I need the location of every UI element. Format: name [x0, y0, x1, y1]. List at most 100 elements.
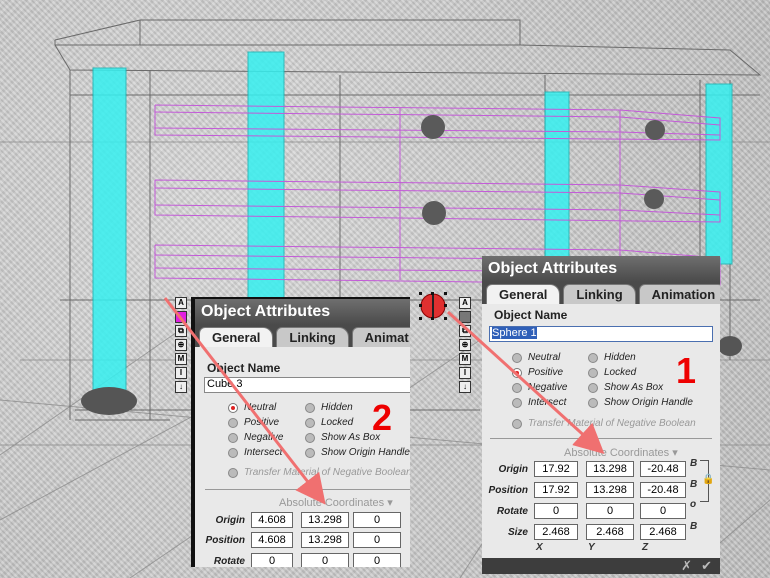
position-z-field[interactable]: -20.48 [640, 482, 686, 498]
position-y-field[interactable]: 13.298 [586, 482, 634, 498]
radio-icon [228, 417, 238, 428]
toolstrip-button[interactable]: ⊕ [459, 339, 471, 351]
origin-x-field[interactable]: 4.608 [251, 512, 293, 528]
callout-number-2: 2 [372, 397, 393, 438]
position-z-field[interactable]: 0 [353, 532, 401, 548]
panel-tabs: General Linking Animation [482, 282, 720, 304]
option-locked[interactable]: Locked [588, 367, 636, 378]
radio-icon [512, 397, 522, 408]
position-y-field[interactable]: 13.298 [301, 532, 349, 548]
selected-sphere[interactable] [419, 292, 447, 320]
option-transfer-material[interactable]: Transfer Material of Negative Boolean [512, 418, 696, 429]
radio-label: Intersect [244, 447, 283, 458]
rotate-x-field[interactable]: 0 [251, 553, 293, 567]
absolute-coordinates-label[interactable]: Absolute Coordinates ▾ [564, 446, 678, 459]
option-label: Show Origin Handle [604, 397, 693, 408]
axis-label-x: X [536, 542, 543, 553]
toolstrip-button[interactable]: ⧉ [459, 325, 471, 337]
object-attributes-panel-cube: Object Attributes General Linking Animat… [191, 297, 410, 567]
tab-animation[interactable]: Animation [638, 284, 720, 304]
radio-negative[interactable]: Negative [512, 382, 567, 393]
radio-negative[interactable]: Negative [228, 432, 283, 443]
radio-selected-icon [228, 402, 238, 413]
origin-y-field[interactable]: 13.298 [586, 461, 634, 477]
toolstrip-button[interactable]: ⧉ [175, 325, 187, 337]
option-hidden[interactable]: Hidden [305, 402, 353, 413]
object-name-selected-text: Sphere 1 [492, 327, 537, 339]
toolstrip-button[interactable]: ↓ [459, 381, 471, 393]
option-show-origin-handle[interactable]: Show Origin Handle [588, 397, 693, 408]
position-x-field[interactable]: 17.92 [534, 482, 578, 498]
tab-linking[interactable]: Linking [276, 327, 349, 347]
toolstrip-button[interactable]: ⊕ [175, 339, 187, 351]
rotate-y-field[interactable]: 0 [586, 503, 634, 519]
rotate-z-field[interactable]: 0 [640, 503, 686, 519]
radio-positive[interactable]: Positive [512, 367, 563, 378]
radio-icon [588, 397, 598, 408]
option-label: Hidden [604, 352, 636, 363]
radio-icon [305, 432, 315, 443]
row-label-position: Position [205, 535, 245, 546]
toolstrip-button[interactable]: A [459, 297, 471, 309]
option-show-as-box[interactable]: Show As Box [305, 432, 380, 443]
rotate-y-field[interactable]: 0 [301, 553, 349, 567]
toolstrip-button[interactable]: A [175, 297, 187, 309]
right-toolstrip: A ■ ⧉ ⊕ M I ↓ [459, 297, 471, 395]
toolstrip-button[interactable]: ■ [175, 311, 187, 323]
option-label: Transfer Material of Negative Boolean [528, 418, 696, 429]
toolstrip-button[interactable]: ■ [459, 311, 471, 323]
origin-y-field[interactable]: 13.298 [301, 512, 349, 528]
radio-icon [512, 382, 522, 393]
absolute-coordinates-text: Absolute Coordinates [279, 497, 385, 509]
tab-general[interactable]: General [486, 284, 561, 304]
size-x-field[interactable]: 2.468 [534, 524, 578, 540]
origin-x-field[interactable]: 17.92 [534, 461, 578, 477]
toolstrip-button[interactable]: M [175, 353, 187, 365]
3d-viewport[interactable]: A ■ ⧉ ⊕ M I ↓ A ■ ⧉ ⊕ M I ↓ Object Attri… [0, 0, 770, 578]
radio-neutral[interactable]: Neutral [228, 402, 276, 413]
object-name-input[interactable]: Cube 3 [204, 377, 410, 393]
option-hidden[interactable]: Hidden [588, 352, 636, 363]
option-locked[interactable]: Locked [305, 417, 353, 428]
toolstrip-button[interactable]: I [175, 367, 187, 379]
degree-marker: o [690, 499, 697, 510]
radio-positive[interactable]: Positive [228, 417, 279, 428]
position-x-field[interactable]: 4.608 [251, 532, 293, 548]
radio-icon [228, 467, 238, 478]
option-show-as-box[interactable]: Show As Box [588, 382, 663, 393]
row-label-origin: Origin [215, 515, 245, 526]
origin-z-field[interactable]: 0 [353, 512, 401, 528]
radio-intersect[interactable]: Intersect [228, 447, 282, 458]
tab-general[interactable]: General [199, 327, 274, 347]
radio-intersect[interactable]: Intersect [512, 397, 566, 408]
left-toolstrip: A ■ ⧉ ⊕ M I ↓ [175, 297, 187, 395]
object-name-input[interactable]: Sphere 1 [489, 326, 713, 342]
radio-label: Positive [528, 367, 564, 378]
rotate-x-field[interactable]: 0 [534, 503, 578, 519]
option-label: Transfer Material of Negative Boolean [244, 467, 410, 478]
ok-icon[interactable]: ✔ [701, 558, 712, 574]
toolstrip-button[interactable]: M [459, 353, 471, 365]
row-label-position: Position [488, 485, 528, 496]
lock-icon[interactable]: 🔒 [702, 474, 714, 485]
option-transfer-material[interactable]: Transfer Material of Negative Boolean [228, 467, 410, 478]
size-z-field[interactable]: 2.468 [640, 524, 686, 540]
size-y-field[interactable]: 2.468 [586, 524, 634, 540]
axis-label-y: Y [588, 542, 595, 553]
panel-title: Object Attributes [482, 256, 720, 282]
tab-linking[interactable]: Linking [563, 284, 636, 304]
row-label-origin: Origin [498, 464, 528, 475]
tab-animation[interactable]: Animat [351, 327, 410, 347]
rotate-z-field[interactable]: 0 [353, 553, 401, 567]
radio-neutral[interactable]: Neutral [512, 352, 560, 363]
option-show-origin-handle[interactable]: Show Origin Handle [305, 447, 410, 458]
axis-label-z: Z [642, 542, 649, 553]
radio-icon [305, 447, 315, 458]
divider [490, 438, 712, 439]
b-marker: B [690, 479, 698, 490]
origin-z-field[interactable]: -20.48 [640, 461, 686, 477]
toolstrip-button[interactable]: I [459, 367, 471, 379]
cancel-icon[interactable]: ✗ [681, 558, 692, 574]
absolute-coordinates-label[interactable]: Absolute Coordinates ▾ [279, 496, 393, 509]
toolstrip-button[interactable]: ↓ [175, 381, 187, 393]
